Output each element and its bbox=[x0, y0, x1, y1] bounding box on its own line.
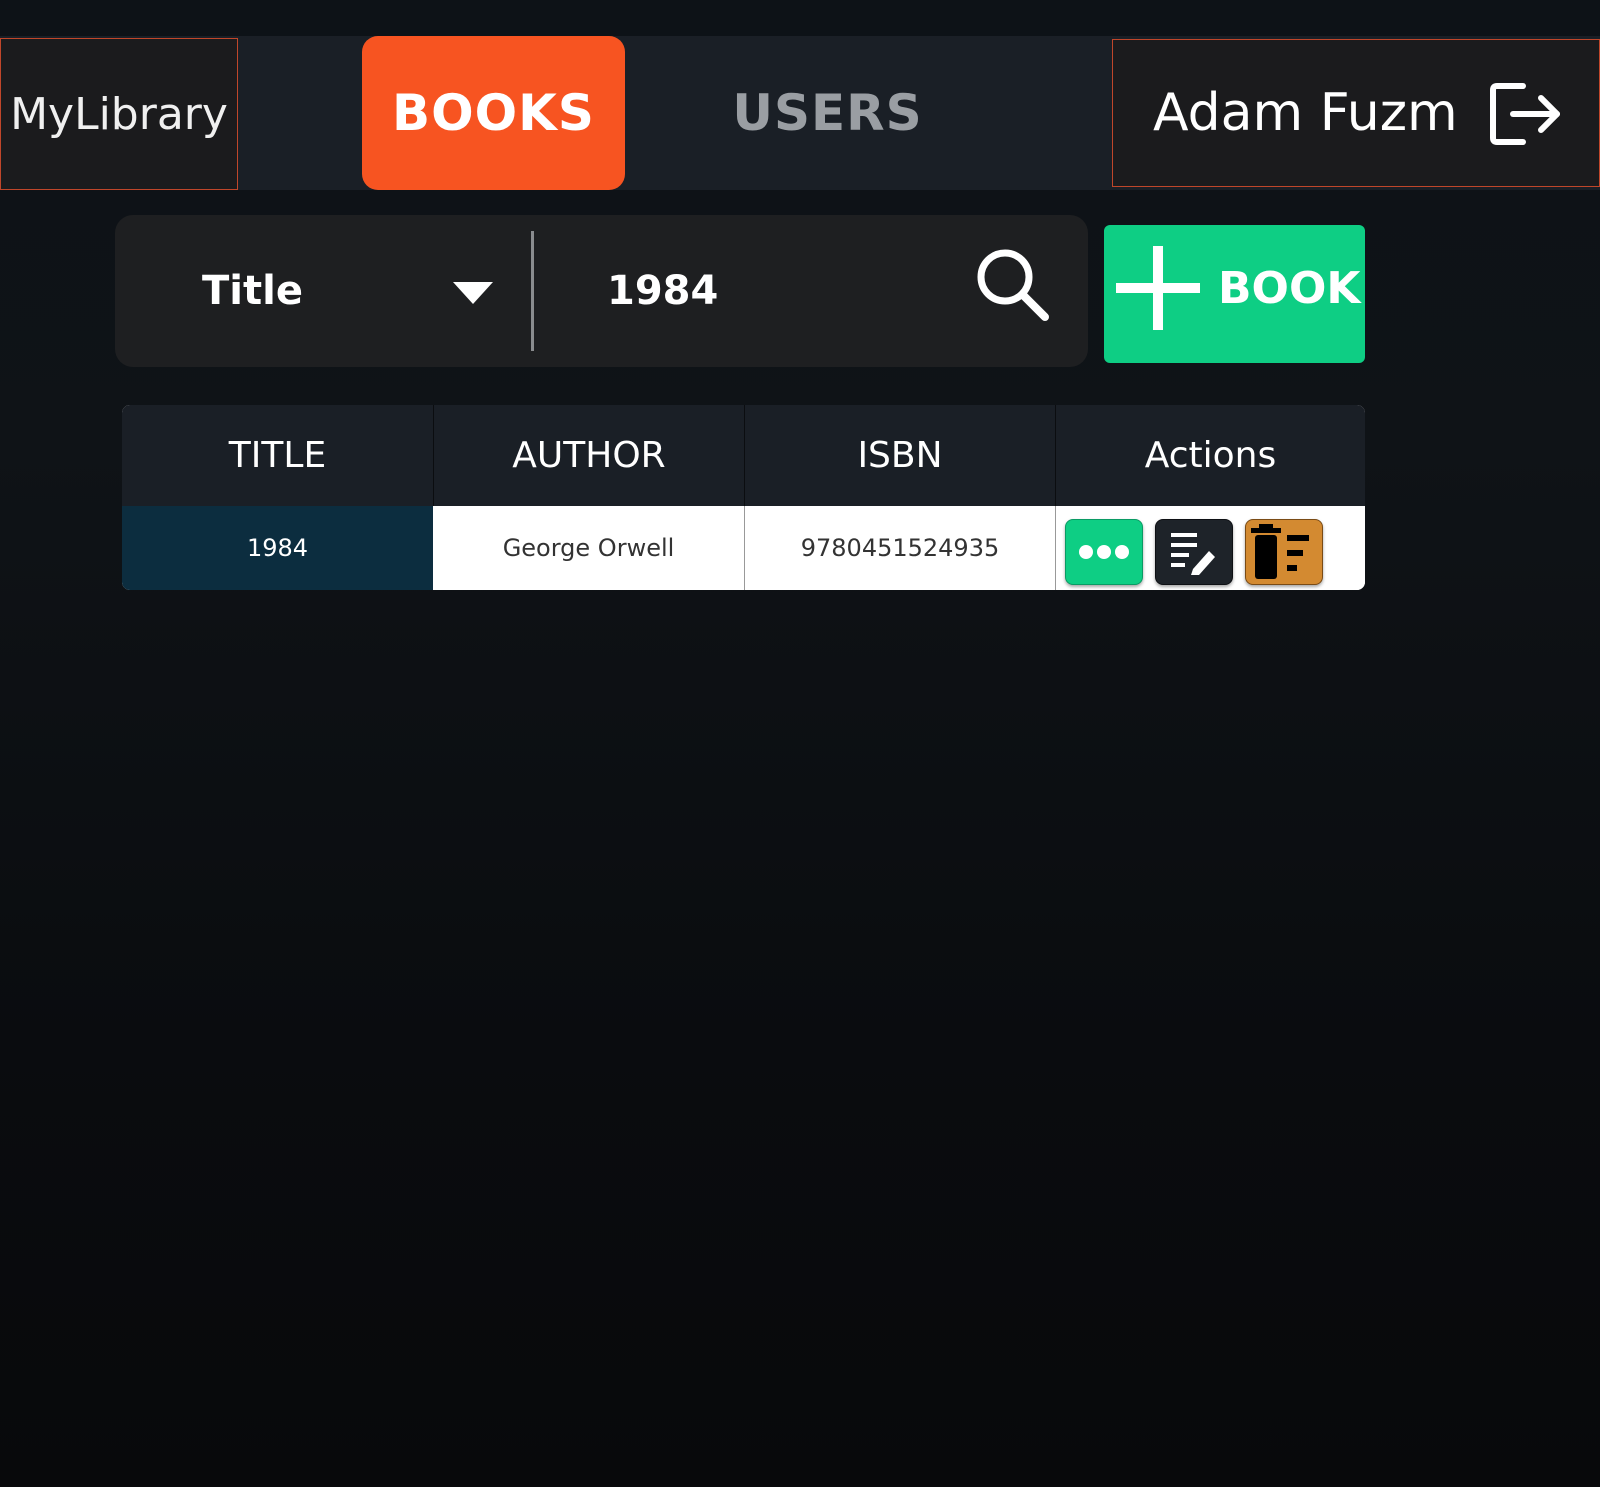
add-book-label: BOOK bbox=[1218, 262, 1361, 314]
column-header-isbn[interactable]: ISBN bbox=[744, 405, 1055, 506]
column-header-author[interactable]: AUTHOR bbox=[433, 405, 744, 506]
column-header-actions: Actions bbox=[1055, 405, 1365, 506]
more-icon bbox=[1079, 545, 1129, 559]
cell-isbn: 9780451524935 bbox=[744, 506, 1055, 590]
tab-books-label: BOOKS bbox=[392, 84, 595, 142]
user-name: Adam Fuzm bbox=[1153, 83, 1458, 143]
books-table: TITLE AUTHOR ISBN Actions 1984 George Or… bbox=[122, 405, 1365, 590]
app-brand[interactable]: MyLibrary bbox=[0, 38, 238, 190]
table-header: TITLE AUTHOR ISBN Actions bbox=[122, 405, 1365, 506]
column-header-title[interactable]: TITLE bbox=[122, 405, 433, 506]
view-details-button[interactable] bbox=[1065, 519, 1143, 585]
search-field-value: Title bbox=[202, 268, 303, 314]
table-row[interactable]: 1984 George Orwell 9780451524935 bbox=[122, 506, 1365, 590]
edit-icon bbox=[1171, 533, 1215, 575]
cell-author: George Orwell bbox=[433, 506, 744, 590]
delete-icon bbox=[1251, 524, 1309, 579]
user-menu: Adam Fuzm bbox=[1112, 39, 1600, 187]
logout-icon[interactable] bbox=[1489, 80, 1565, 148]
plus-icon bbox=[1116, 246, 1200, 330]
search-field-select[interactable]: Title bbox=[202, 215, 303, 367]
delete-button[interactable] bbox=[1245, 519, 1323, 585]
search-input[interactable] bbox=[607, 261, 957, 321]
search-bar: Title bbox=[115, 215, 1088, 367]
chevron-down-icon[interactable] bbox=[453, 282, 493, 304]
tab-users-label: USERS bbox=[732, 84, 923, 142]
search-icon[interactable] bbox=[973, 245, 1053, 325]
brand-label: MyLibrary bbox=[10, 88, 228, 140]
search-divider bbox=[531, 231, 534, 351]
cell-title: 1984 bbox=[122, 506, 433, 590]
tab-users[interactable]: USERS bbox=[700, 36, 955, 190]
edit-button[interactable] bbox=[1155, 519, 1233, 585]
tab-books[interactable]: BOOKS bbox=[362, 36, 625, 190]
add-book-button[interactable]: BOOK bbox=[1104, 225, 1365, 363]
